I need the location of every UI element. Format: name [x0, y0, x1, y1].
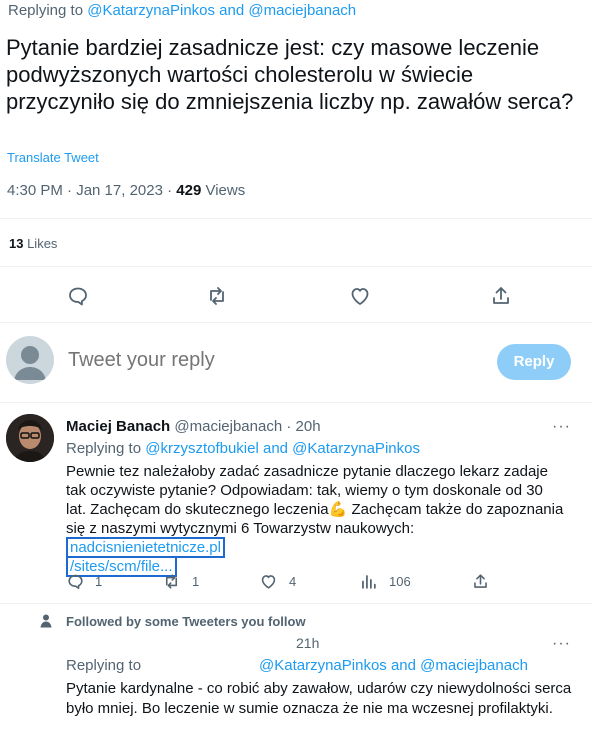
divider	[0, 266, 592, 267]
retweet-count: 1	[192, 574, 200, 589]
reply-count: 1	[95, 574, 103, 589]
views-count: 429	[176, 182, 202, 199]
share-icon[interactable]	[471, 572, 490, 591]
tweet-timestamp: 4:30 PM · Jan 17, 2023 · 429 Views	[7, 182, 245, 199]
reply-icon[interactable]	[66, 572, 85, 591]
translate-tweet-link[interactable]: Translate Tweet	[7, 150, 99, 165]
person-icon	[40, 614, 52, 628]
more-options-icon[interactable]: ···	[552, 418, 571, 436]
replying-to-users-link[interactable]: @krzysztofbukiel and @KatarzynaPinkos	[145, 440, 420, 457]
share-icon[interactable]	[489, 284, 513, 308]
divider	[0, 218, 592, 219]
views-icon[interactable]	[359, 572, 378, 591]
divider	[0, 322, 592, 323]
views-count: 106	[389, 574, 411, 589]
author-handle[interactable]: @maciejbanach	[174, 418, 282, 435]
like-count: 4	[289, 574, 297, 589]
more-options-icon[interactable]: ···	[552, 635, 571, 653]
reply-text: Pewnie tez należałoby zadać zasadnicze p…	[66, 462, 566, 577]
reply-button[interactable]: Reply	[497, 344, 571, 380]
replying-to-prefix: Replying to	[8, 2, 84, 19]
reply-icon[interactable]	[66, 284, 90, 308]
tweet-reply-input[interactable]	[68, 349, 468, 372]
flexed-biceps-emoji: 💪	[328, 501, 348, 518]
likes-summary[interactable]: 13 Likes	[9, 236, 57, 251]
author-name[interactable]: Maciej Banach	[66, 418, 170, 435]
divider	[0, 402, 592, 403]
retweet-icon[interactable]	[205, 284, 229, 308]
replying-to-line: Replying to @krzysztofbukiel and @Katarz…	[66, 440, 420, 457]
replying-to-prefix: Replying to	[66, 657, 142, 674]
likes-count: 13	[9, 236, 24, 251]
like-icon[interactable]	[259, 572, 278, 591]
reply-text: Pytanie kardynalne - co robić aby zawało…	[66, 680, 572, 717]
replying-to-users-link[interactable]: @KatarzynaPinkos and @maciejbanach	[87, 2, 356, 19]
likes-label: Likes	[23, 236, 58, 251]
social-context-label: Followed by some Tweeters you follow	[66, 614, 306, 629]
tweet-time[interactable]: 4:30 PM · Jan 17, 2023 ·	[7, 182, 176, 199]
reply-time[interactable]: 21h	[296, 635, 319, 651]
replying-to-header: Replying to @KatarzynaPinkos and @maciej…	[8, 2, 356, 19]
views-label: Views	[201, 182, 246, 199]
avatar[interactable]	[6, 336, 54, 384]
retweet-icon[interactable]	[162, 572, 181, 591]
divider	[0, 603, 592, 604]
separator: ·	[282, 418, 296, 435]
reply-time[interactable]: 20h	[296, 418, 321, 435]
reply-header: Maciej Banach @maciejbanach · 20h	[66, 418, 321, 435]
like-icon[interactable]	[348, 284, 372, 308]
main-tweet-text: Pytanie bardziej zasadnicze jest: czy ma…	[6, 35, 574, 114]
replying-to-users-link[interactable]: @KatarzynaPinkos and @maciejbanach	[259, 657, 528, 674]
external-link[interactable]: nadcisnienietetnicze.pl	[66, 537, 225, 558]
avatar[interactable]	[6, 414, 54, 462]
replying-to-line: Replying to @KatarzynaPinkos and @maciej…	[66, 657, 528, 674]
replying-to-prefix: Replying to	[66, 440, 146, 457]
